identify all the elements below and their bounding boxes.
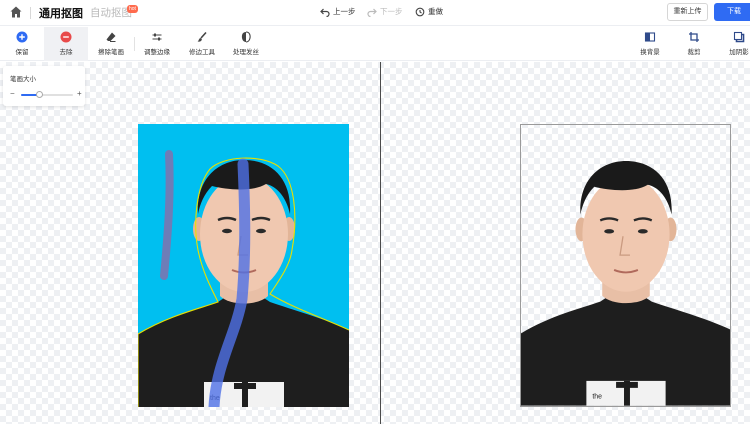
background-icon bbox=[644, 32, 656, 42]
tab-general-matting[interactable]: 通用抠图 bbox=[39, 5, 83, 21]
redo-label: 下一步 bbox=[380, 7, 403, 16]
sliders-icon bbox=[152, 33, 162, 41]
brush-icon bbox=[197, 31, 207, 42]
remove-label: 去除 bbox=[59, 49, 73, 56]
brush-size-track[interactable] bbox=[21, 94, 73, 96]
minus-circle-icon bbox=[60, 31, 72, 43]
adjust-edge-label: 调整边缘 bbox=[144, 49, 170, 56]
undo-icon bbox=[320, 8, 330, 17]
reset-label: 重做 bbox=[428, 7, 443, 16]
increase-brush-button[interactable]: + bbox=[77, 89, 82, 98]
undo-button[interactable]: 上一步 bbox=[320, 6, 356, 17]
add-shadow-tool[interactable]: 加阴影 bbox=[722, 27, 750, 61]
decrease-brush-button[interactable]: − bbox=[10, 89, 15, 98]
keep-tool[interactable]: 保留 bbox=[4, 27, 40, 61]
redo-button[interactable]: 下一步 bbox=[367, 6, 403, 17]
reset-button[interactable]: 重做 bbox=[415, 6, 443, 17]
remove-tool[interactable]: 去除 bbox=[44, 27, 88, 61]
top-bar: 通用抠图 自动抠图 hot 上一步 下一步 重做 重新上传 下载 bbox=[0, 0, 750, 26]
hot-badge: hot bbox=[127, 5, 138, 13]
shadow-icon bbox=[733, 31, 745, 43]
shirt-text-preview: the bbox=[592, 394, 602, 401]
toolbar-divider bbox=[134, 37, 135, 51]
reupload-button[interactable]: 重新上传 bbox=[667, 3, 708, 21]
result-preview-canvas: the bbox=[521, 161, 730, 406]
brush-size-title: 笔画大小 bbox=[10, 76, 36, 83]
history-icon bbox=[415, 7, 425, 16]
process-hair-tool[interactable]: 处理发丝 bbox=[227, 27, 265, 61]
plus-circle-icon bbox=[16, 31, 28, 43]
undo-label: 上一步 bbox=[333, 7, 356, 16]
add-shadow-label: 加阴影 bbox=[729, 49, 749, 56]
tab-auto-matting[interactable]: 自动抠图 bbox=[90, 5, 132, 20]
adjust-edge-tool[interactable]: 调整边缘 bbox=[138, 27, 176, 61]
repair-edge-tool[interactable]: 修边工具 bbox=[183, 27, 221, 61]
tool-bar: 保留 去除 擦除笔画 调整边缘 修边工具 处理发丝 换背景 裁剪 加阴影 bbox=[0, 27, 750, 61]
erase-brush-label: 擦除笔画 bbox=[98, 49, 124, 56]
repair-edge-label: 修边工具 bbox=[189, 49, 215, 56]
process-hair-label: 处理发丝 bbox=[233, 49, 259, 56]
brush-size-panel: 笔画大小 − + bbox=[3, 66, 85, 106]
download-button[interactable]: 下载 bbox=[714, 3, 750, 21]
original-photo[interactable]: the bbox=[138, 124, 349, 407]
header-divider bbox=[30, 7, 31, 19]
crop-label: 裁剪 bbox=[687, 49, 701, 56]
home-icon[interactable] bbox=[9, 5, 23, 19]
original-photo-canvas: the bbox=[138, 124, 349, 407]
brush-size-handle[interactable] bbox=[36, 91, 44, 98]
replace-background-tool[interactable]: 换背景 bbox=[634, 27, 666, 61]
replace-background-label: 换背景 bbox=[640, 49, 660, 56]
erase-brush-tool[interactable]: 擦除笔画 bbox=[92, 27, 130, 61]
crop-icon bbox=[689, 32, 699, 42]
hair-icon bbox=[241, 31, 251, 43]
result-preview[interactable]: the bbox=[520, 124, 731, 407]
compare-divider[interactable] bbox=[380, 62, 381, 424]
redo-icon bbox=[367, 8, 377, 17]
eraser-icon bbox=[106, 32, 116, 42]
crop-tool[interactable]: 裁剪 bbox=[678, 27, 710, 61]
keep-label: 保留 bbox=[15, 49, 29, 56]
